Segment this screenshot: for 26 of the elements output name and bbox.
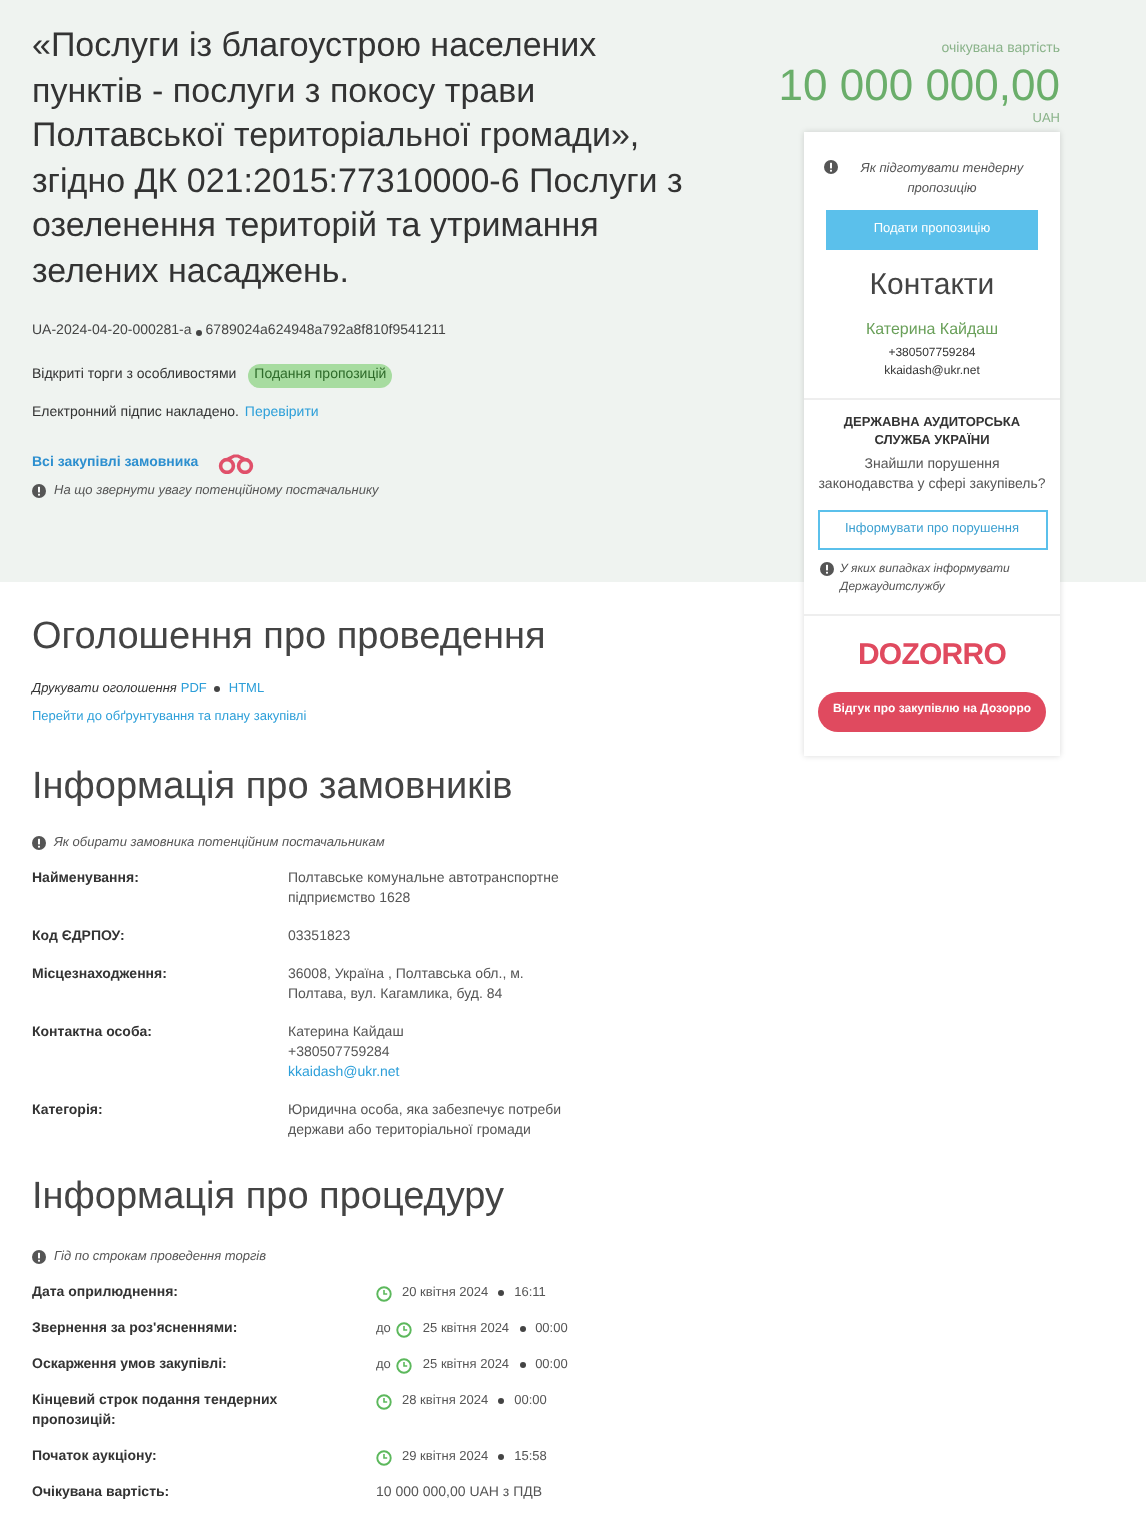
separator-dot-icon (195, 329, 202, 336)
binoculars-icon[interactable] (218, 453, 255, 474)
separator-dot-icon (498, 1454, 505, 1460)
clock-icon (396, 1321, 413, 1337)
separator-dot-icon (498, 1290, 505, 1296)
clock-icon (376, 1449, 392, 1465)
contact-name: Катерина Кайдаш (865, 318, 999, 343)
help-icon (32, 484, 46, 499)
clock-icon (376, 1393, 392, 1409)
clock-icon (376, 1285, 392, 1301)
help-icon (824, 160, 838, 175)
help-icon (32, 835, 46, 850)
contacts-title: Контакти (869, 265, 995, 306)
separator-dot-icon (214, 685, 221, 692)
help-icon (820, 562, 834, 577)
section-title: Інформація про замовників (32, 764, 515, 812)
separator-dot-icon (519, 1362, 526, 1368)
separator-dot-icon (498, 1398, 505, 1404)
clock-icon (396, 1357, 413, 1373)
price-amount: 10 000 000,00 (778, 61, 1060, 109)
help-icon (32, 1250, 46, 1265)
tender-title: «Послуги із благоустрою населених пунктів - послуги з покосу трави Полтавської територіальної громади», згідно ДК 021:2015:77310000-6 Послуги з озеленення територій та утримання зелених насаджень. (32, 24, 685, 293)
separator-dot-icon (519, 1326, 526, 1332)
section-title: Інформація про процедуру (32, 1174, 507, 1223)
section-title: Оголошення про проведення (32, 614, 548, 662)
dozorro-logo: DOZORRO (857, 636, 1007, 677)
